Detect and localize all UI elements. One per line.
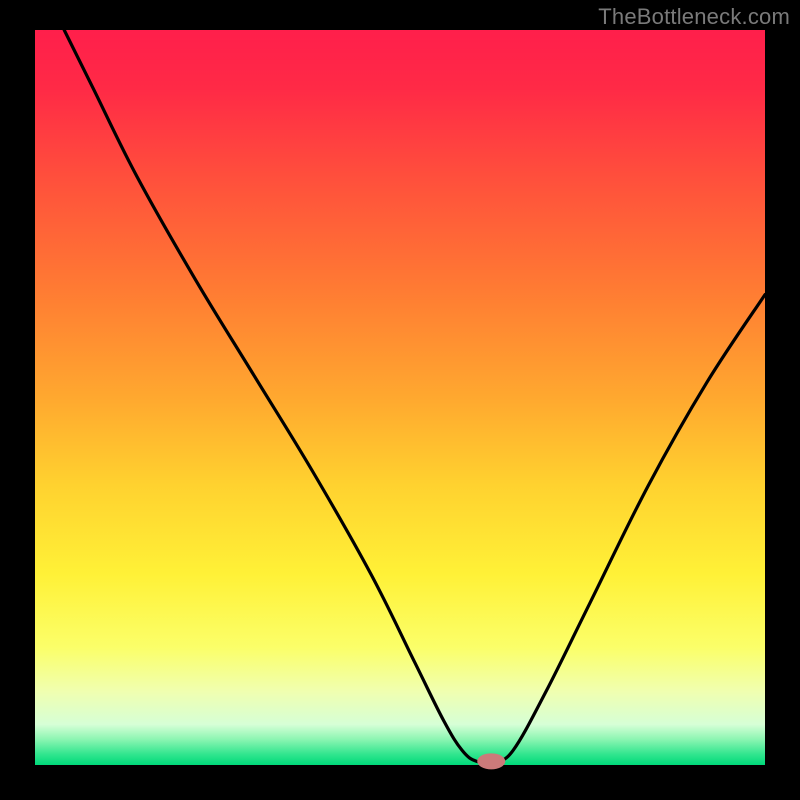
plot-background — [35, 30, 765, 765]
bottleneck-chart — [0, 0, 800, 800]
watermark-text: TheBottleneck.com — [598, 4, 790, 30]
optimal-marker — [477, 753, 505, 769]
chart-container: TheBottleneck.com — [0, 0, 800, 800]
